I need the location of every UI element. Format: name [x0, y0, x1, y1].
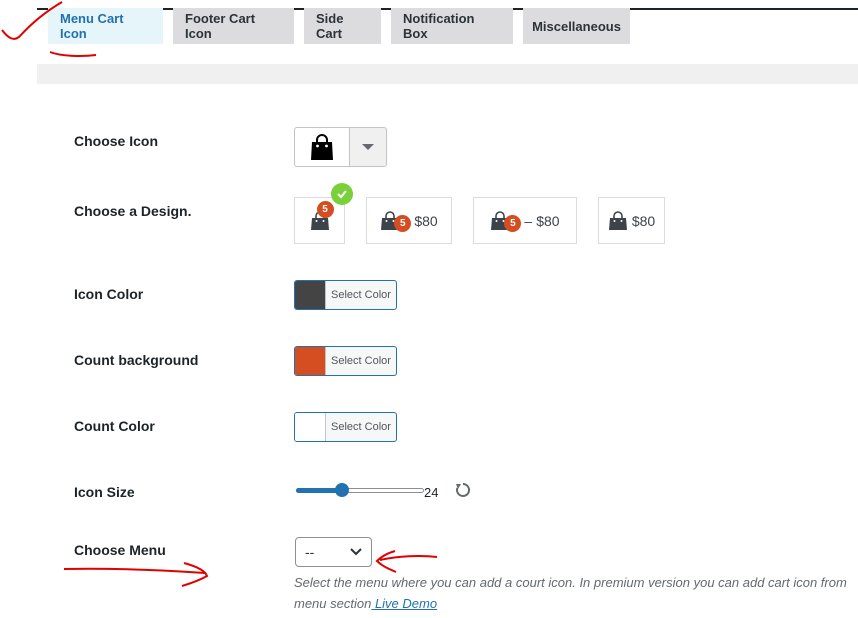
count-background-picker[interactable]: Select Color: [294, 346, 397, 376]
tab-menu-cart-icon[interactable]: Menu Cart Icon: [48, 8, 163, 44]
count-badge: 5: [394, 214, 412, 232]
reset-icon[interactable]: [454, 481, 472, 499]
choose-menu-description: Select the menu where you can add a cour…: [294, 572, 850, 614]
design-option-3[interactable]: 5 – $80: [473, 197, 577, 244]
icon-color-picker[interactable]: Select Color: [294, 280, 397, 310]
bag-icon: 5: [490, 210, 522, 232]
color-swatch: [295, 281, 326, 309]
design-price: $80: [631, 212, 656, 229]
icon-color-label: Icon Color: [74, 286, 144, 302]
bag-icon: 5: [310, 200, 334, 231]
chevron-down-icon: [362, 144, 374, 150]
bag-icon: [608, 210, 628, 231]
tab-notification-box[interactable]: Notification Box: [391, 8, 513, 44]
section-header-band: [37, 64, 858, 84]
color-swatch: [295, 413, 326, 441]
icon-size-label: Icon Size: [74, 484, 135, 500]
design-separator: –: [524, 212, 533, 229]
live-demo-link[interactable]: Live Demo: [371, 596, 437, 611]
select-color-text: Select Color: [331, 289, 391, 301]
count-color-picker[interactable]: Select Color: [294, 412, 397, 442]
icon-picker[interactable]: [294, 127, 387, 167]
annotation-arrow-left: [375, 550, 438, 573]
color-swatch: [295, 347, 326, 375]
bag-icon: 5: [380, 210, 412, 232]
tab-miscellaneous[interactable]: Miscellaneous: [523, 8, 630, 44]
count-color-label: Count Color: [74, 418, 155, 434]
select-color-text: Select Color: [331, 355, 391, 367]
selected-check-icon: [331, 183, 353, 205]
icon-preview[interactable]: [294, 127, 349, 167]
design-option-4[interactable]: $80: [598, 197, 665, 244]
choose-design-label: Choose a Design.: [74, 203, 192, 219]
annotation-marks: [1, 1, 438, 587]
shopping-bag-icon: [311, 134, 333, 160]
choose-icon-label: Choose Icon: [74, 133, 159, 149]
count-badge: 5: [316, 200, 334, 218]
count-background-label: Count background: [74, 352, 199, 368]
icon-dropdown-button[interactable]: [349, 127, 387, 167]
design-price: $80: [536, 212, 560, 229]
count-badge: 5: [504, 214, 522, 232]
tab-side-cart[interactable]: Side Cart: [304, 8, 381, 44]
design-price: $80: [414, 212, 438, 229]
icon-size-slider[interactable]: [296, 482, 424, 498]
annotation-arrow-right: [63, 562, 209, 587]
choose-menu-label: Choose Menu: [74, 542, 166, 558]
select-color-text: Select Color: [331, 421, 391, 433]
menu-select-value: --: [305, 544, 315, 560]
slider-thumb[interactable]: [335, 483, 350, 497]
design-option-2[interactable]: 5 $80: [366, 197, 452, 244]
tab-footer-cart-icon[interactable]: Footer Cart Icon: [173, 8, 294, 44]
annotation-underline-tab: [49, 51, 97, 57]
icon-size-value: 24: [424, 485, 439, 500]
chevron-down-icon: [350, 548, 362, 556]
choose-menu-select[interactable]: --: [295, 537, 372, 567]
